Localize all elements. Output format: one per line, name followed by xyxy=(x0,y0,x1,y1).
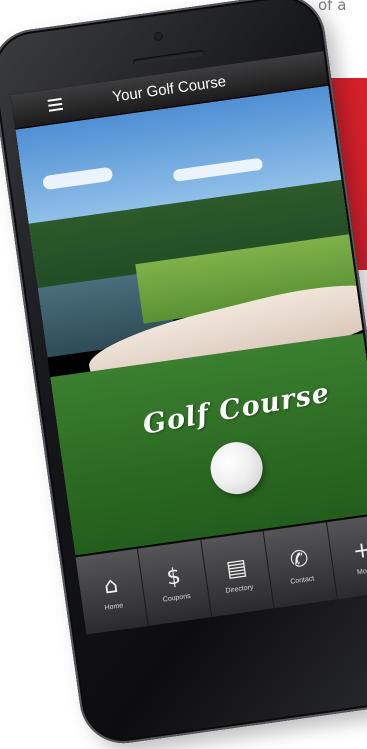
phone-icon: ✆ xyxy=(288,545,311,573)
tab-label: Directory xyxy=(225,583,254,595)
camera-icon xyxy=(153,31,164,42)
home-icon: ⌂ xyxy=(102,572,120,600)
phone-mockup: Your Golf Course Golf Course ⌂ Home $ Co… xyxy=(0,0,367,749)
tab-label: Contact xyxy=(289,574,315,586)
tab-coupons[interactable]: $ Coupons xyxy=(138,539,213,627)
plus-icon: + xyxy=(351,536,367,565)
background-text: of a xyxy=(318,0,347,14)
tab-label: Coupons xyxy=(162,592,192,604)
speaker-grille xyxy=(132,49,205,66)
tab-directory[interactable]: ▤ Directory xyxy=(201,530,275,618)
tab-home[interactable]: ⌂ Home xyxy=(75,548,150,635)
hero-image: Golf Course xyxy=(15,85,367,556)
directory-icon: ▤ xyxy=(224,554,249,582)
tab-contact[interactable]: ✆ Contact xyxy=(263,522,338,610)
tab-label: More xyxy=(356,566,367,576)
dollar-icon: $ xyxy=(165,563,183,591)
tab-label: Home xyxy=(104,601,124,612)
